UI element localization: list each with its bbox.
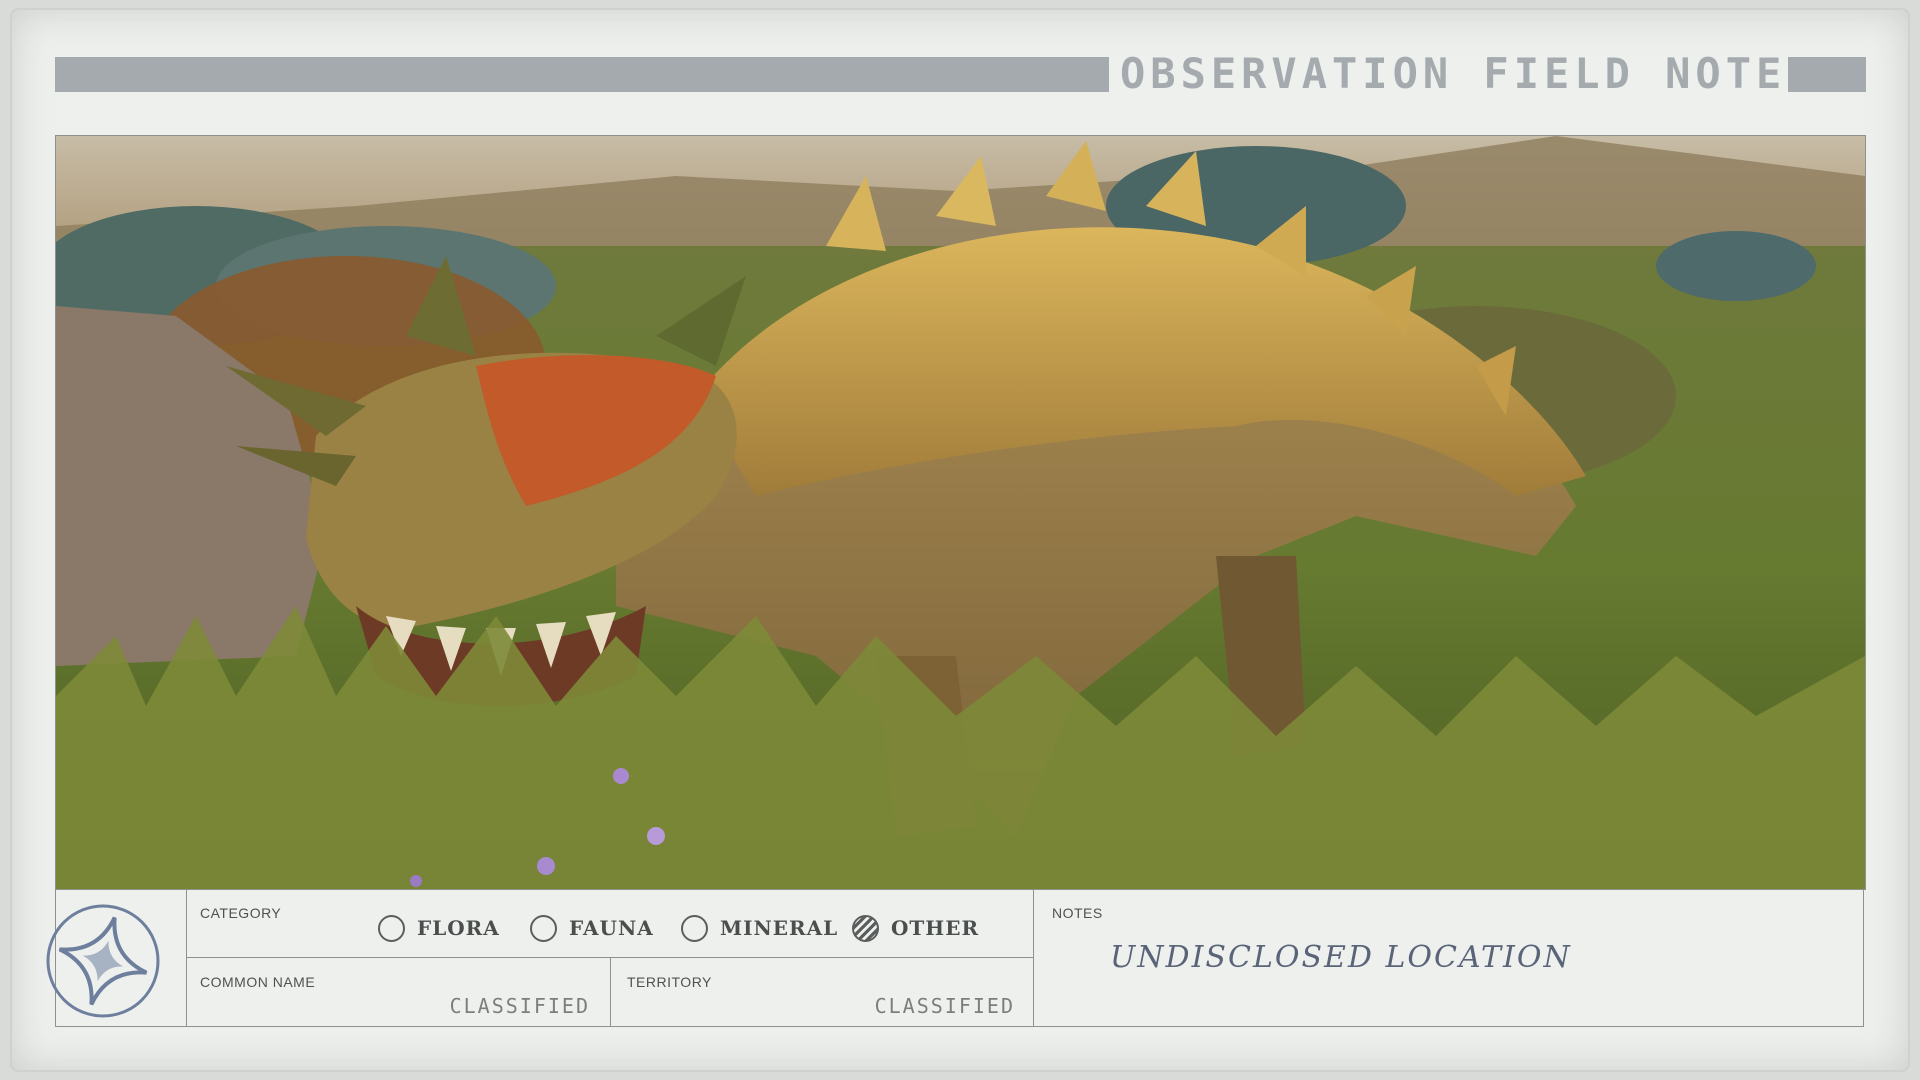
- radio-fauna[interactable]: [530, 914, 557, 942]
- territory-value: CLASSIFIED: [874, 994, 1015, 1018]
- notes-value: UNDISCLOSED LOCATION: [1110, 940, 1572, 975]
- radio-other-selected[interactable]: [852, 914, 879, 942]
- radio-flora[interactable]: [378, 914, 405, 942]
- creature-photo: [55, 135, 1866, 890]
- option-other-label: OTHER: [891, 916, 980, 940]
- option-mineral-label: MINERAL: [720, 916, 839, 940]
- constellation-star-emblem-icon: [44, 902, 162, 1020]
- common-name-value: CLASSIFIED: [449, 994, 590, 1018]
- header-bar-right: [1788, 57, 1866, 92]
- header-bar-left: [55, 57, 1109, 92]
- category-label: CATEGORY: [200, 905, 282, 921]
- option-other[interactable]: OTHER: [852, 913, 979, 943]
- notes-label: NOTES: [1052, 905, 1103, 921]
- divider: [1033, 889, 1034, 1027]
- option-mineral[interactable]: MINERAL: [681, 913, 838, 943]
- divider: [186, 889, 187, 1027]
- option-fauna[interactable]: FAUNA: [530, 913, 654, 943]
- option-fauna-label: FAUNA: [569, 916, 654, 940]
- radio-mineral[interactable]: [681, 914, 708, 942]
- category-options: FLORA FAUNA MINERAL OTHER: [378, 913, 1038, 943]
- territory-label: TERRITORY: [627, 974, 712, 990]
- option-flora-label: FLORA: [417, 916, 500, 940]
- page-title: OBSERVATION FIELD NOTES: [1120, 49, 1817, 98]
- creature-photo-illustration: [56, 136, 1865, 889]
- option-flora[interactable]: FLORA: [378, 913, 500, 943]
- common-name-label: COMMON NAME: [200, 974, 316, 990]
- divider: [610, 957, 611, 1027]
